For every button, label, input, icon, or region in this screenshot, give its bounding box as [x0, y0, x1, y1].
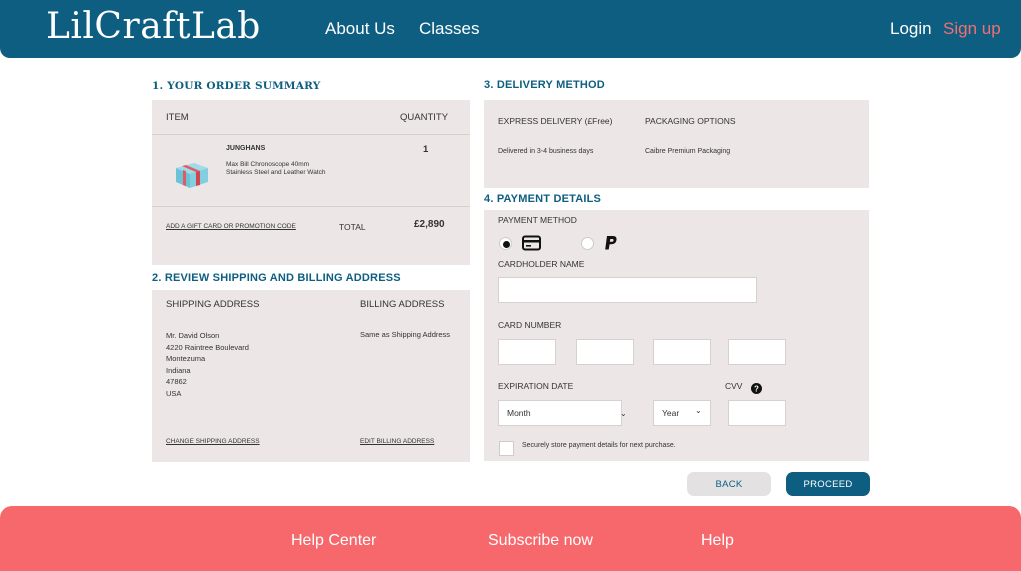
chevron-down-icon: ⌄: [620, 409, 627, 418]
change-shipping-address-link[interactable]: CHANGE SHIPPING ADDRESS: [166, 438, 260, 445]
card-number-label: CARD NUMBER: [498, 320, 562, 330]
nav-about-us[interactable]: About Us: [325, 19, 395, 39]
quantity-column-header: QUANTITY: [400, 112, 449, 123]
address-line: 47862: [166, 377, 187, 387]
billing-address-text: Same as Shipping Address: [360, 330, 451, 339]
footer-subscribe-link[interactable]: Subscribe now: [488, 532, 593, 550]
expiration-date-label: EXPIRATION DATE: [498, 381, 574, 391]
site-logo[interactable]: LilCraftLab: [46, 6, 261, 47]
address-line: USA: [166, 388, 182, 398]
address-line: Indiana: [166, 365, 191, 375]
footer-help-center-link[interactable]: Help Center: [291, 532, 376, 550]
product-brand: JUNGHANS: [226, 145, 266, 152]
help-circle-icon[interactable]: ?: [751, 381, 762, 394]
cardholder-name-input[interactable]: [498, 277, 757, 303]
shipping-billing-title: 2. REVIEW SHIPPING AND BILLING ADDRESS: [152, 272, 401, 284]
shipping-address-label: SHIPPING ADDRESS: [166, 299, 260, 310]
month-value: Month: [507, 408, 531, 418]
shipping-address-lines: Mr. David Olson 4220 Raintree Boulevard …: [166, 330, 249, 400]
year-value: Year: [662, 408, 680, 418]
paypal-payment-radio[interactable]: [581, 237, 594, 250]
card-number-input-1[interactable]: [498, 339, 556, 365]
cardholder-name-label: CARDHOLDER NAME: [498, 259, 585, 269]
address-line: Mr. David Olson: [166, 331, 220, 340]
total-value: £2,890: [414, 219, 445, 230]
payment-details-title: 4. PAYMENT DETAILS: [484, 193, 602, 205]
card-payment-radio[interactable]: [499, 237, 512, 250]
item-column-header: ITEM: [166, 112, 189, 123]
expiration-month-select[interactable]: Month: [498, 400, 622, 426]
delivery-method-title: 3. DELIVERY METHOD: [484, 79, 605, 91]
product-quantity: 1: [423, 144, 429, 155]
delivery-panel: EXPRESS DELIVERY (£Free) PACKAGING OPTIO…: [484, 100, 869, 188]
chevron-down-icon: ⌄: [695, 406, 702, 415]
total-label: TOTAL: [339, 222, 366, 232]
payment-method-label: PAYMENT METHOD: [498, 215, 577, 225]
order-summary-panel: ITEM QUANTITY JUNGHANS Max Bill Chronosc…: [152, 100, 470, 265]
edit-billing-address-link[interactable]: EDIT BILLING ADDRESS: [360, 438, 434, 445]
delivery-detail: Delivered in 3-4 business days: [498, 148, 594, 155]
svg-text:?: ?: [754, 384, 759, 393]
add-gift-card-link[interactable]: ADD A GIFT CARD OR PROMOTION CODE: [166, 223, 296, 230]
credit-card-icon: [522, 235, 541, 251]
payment-panel: PAYMENT METHOD CARDHOLDER NAME CARD NUMB…: [484, 210, 869, 461]
card-number-input-3[interactable]: [653, 339, 711, 365]
footer: Help Center Subscribe now Help: [0, 506, 1021, 571]
address-line: Montezuma: [166, 354, 206, 364]
back-button[interactable]: BACK: [687, 472, 771, 496]
store-payment-checkbox[interactable]: [499, 441, 514, 456]
billing-address-label: BILLING ADDRESS: [360, 299, 445, 310]
packaging-detail: Caibre Premium Packaging: [645, 148, 731, 155]
divider: [152, 134, 470, 135]
paypal-icon: [604, 235, 618, 251]
address-panel: SHIPPING ADDRESS BILLING ADDRESS Mr. Dav…: [152, 290, 470, 462]
login-link[interactable]: Login: [890, 19, 932, 39]
expiration-year-select[interactable]: Year: [653, 400, 711, 426]
product-description: Max Bill Chronoscope 40mm Stainless Stee…: [226, 161, 326, 177]
top-header: LilCraftLab About Us Classes Login Sign …: [0, 0, 1021, 58]
order-summary-title: 1. YOUR ORDER SUMMARY: [152, 80, 321, 92]
proceed-button[interactable]: PROCEED: [786, 472, 870, 496]
store-payment-label: Securely store payment details for next …: [522, 442, 676, 449]
divider: [152, 206, 470, 207]
card-number-input-2[interactable]: [576, 339, 634, 365]
gift-box-icon: [172, 156, 212, 190]
nav-classes[interactable]: Classes: [419, 19, 479, 39]
cvv-label: CVV: [725, 381, 743, 391]
delivery-method-label: EXPRESS DELIVERY (£Free): [498, 116, 613, 126]
cvv-input[interactable]: [728, 400, 786, 426]
footer-help-link[interactable]: Help: [701, 532, 734, 550]
card-number-input-4[interactable]: [728, 339, 786, 365]
packaging-options-label: PACKAGING OPTIONS: [645, 116, 736, 126]
signup-link[interactable]: Sign up: [943, 19, 1001, 39]
address-line: 4220 Raintree Boulevard: [166, 342, 249, 352]
